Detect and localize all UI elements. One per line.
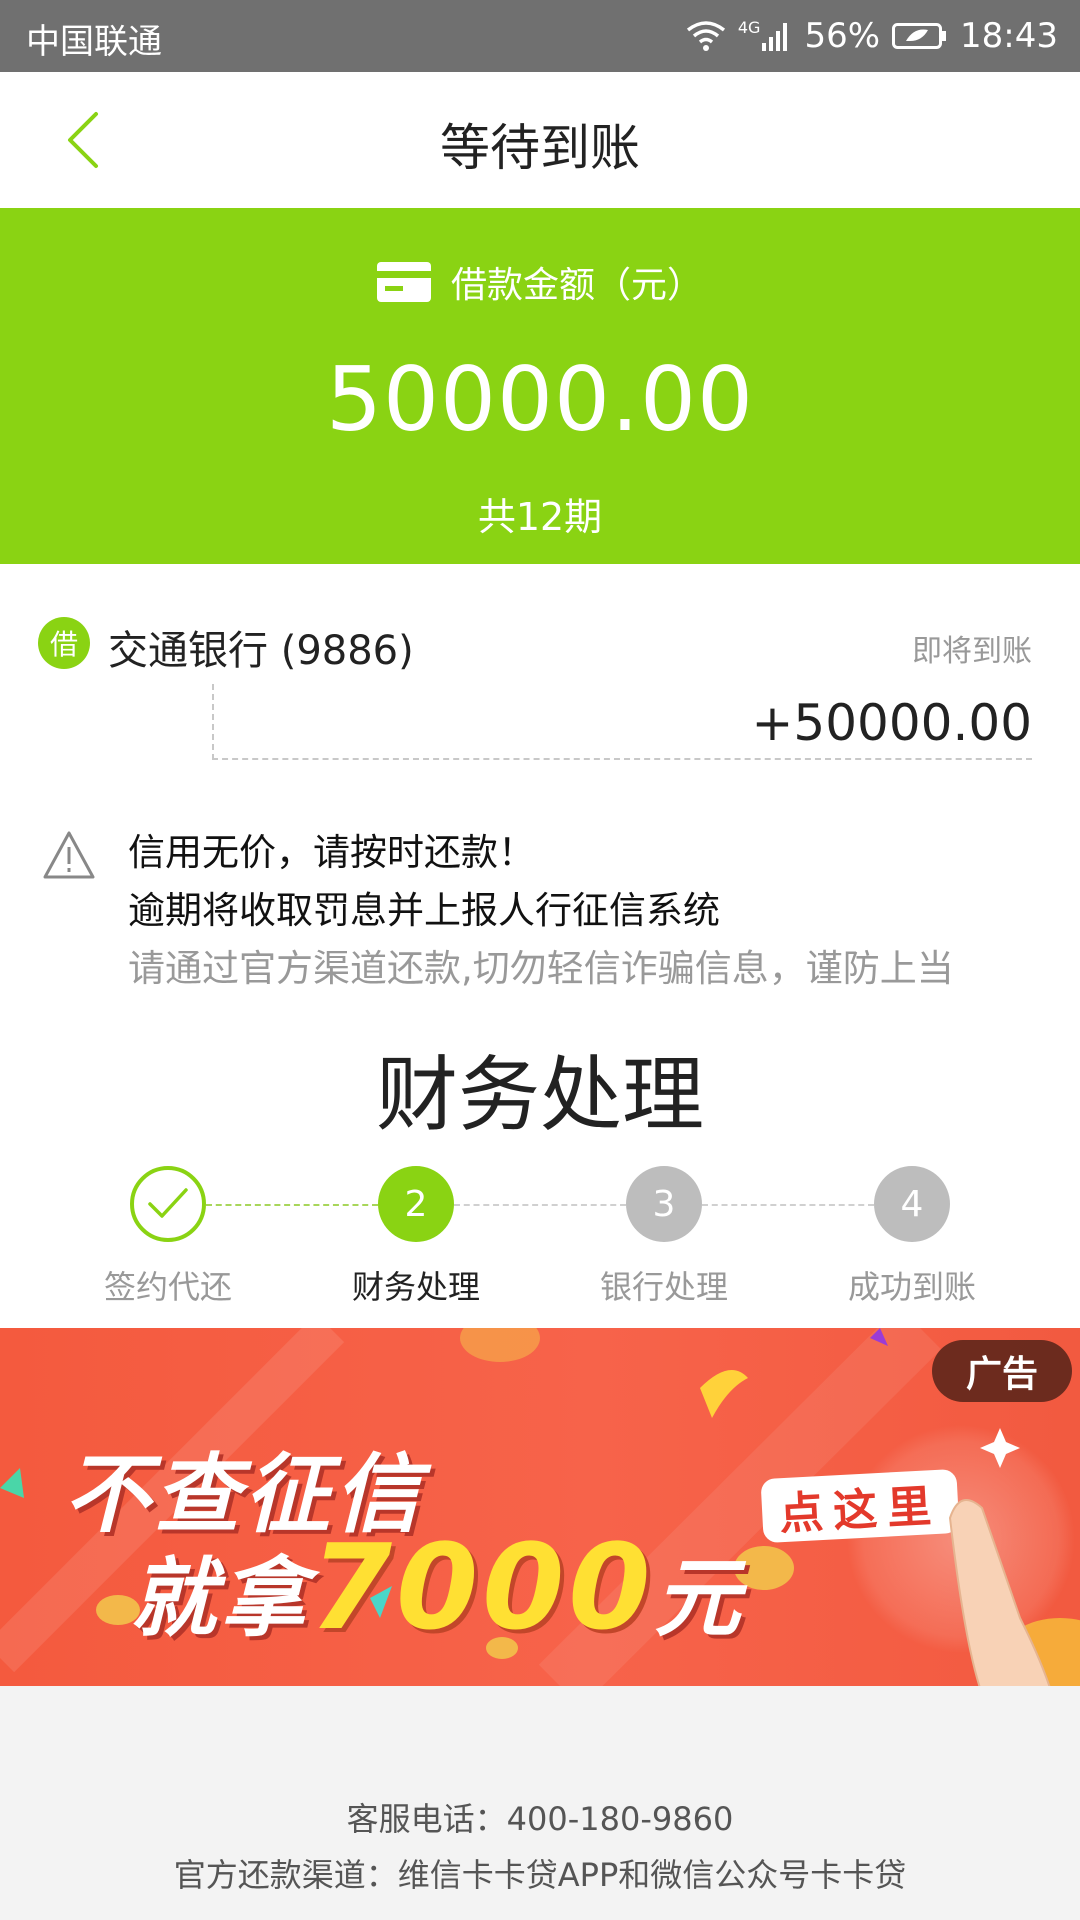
ad-label: 广告 (932, 1340, 1072, 1402)
current-stage-title: 财务处理 (375, 1048, 704, 1143)
loan-amount-label-row: 借款金额（元） (0, 256, 1080, 308)
step-circle-active: 2 (378, 1166, 454, 1242)
network-type-label: 4G (737, 18, 761, 37)
warning-text-secondary: 逾期将收取罚息并上报人行征信系统 (128, 889, 720, 932)
checkmark-icon (148, 1188, 188, 1218)
arrival-status: 即将到账 (912, 634, 1032, 669)
step-4: 4 成功到账 (812, 1166, 1012, 1308)
step-label: 银行处理 (599, 1268, 728, 1306)
ad-subheadline-prefix: 就拿 (130, 1549, 310, 1649)
status-indicators: 4G 56% 18:43 (686, 14, 1058, 58)
step-2: 2 财务处理 (316, 1166, 516, 1308)
loan-periods: 共12期 (477, 495, 603, 539)
step-circle-pending: 3 (626, 1166, 702, 1242)
loan-badge: 借 (38, 617, 90, 669)
step-3: 3 银行处理 (564, 1166, 764, 1308)
battery-percent: 56% (804, 16, 881, 56)
status-bar: 中国联通 4G 56% 18:43 (0, 0, 1080, 72)
step-1: 签约代还 (68, 1166, 268, 1308)
nav-bar: 等待到账 (0, 72, 1080, 208)
warning-icon (43, 831, 95, 879)
arrival-amount: +50000.00 (751, 694, 1032, 752)
ad-amount: 7000 (310, 1518, 655, 1656)
ad-subheadline: 就拿7000元 (130, 1518, 744, 1656)
clock-time: 18:43 (960, 16, 1058, 56)
page-title: 等待到账 (440, 119, 640, 177)
step-label: 成功到账 (847, 1268, 976, 1306)
wifi-icon (686, 21, 725, 51)
signal-icon (762, 23, 788, 51)
step-label: 财务处理 (351, 1268, 480, 1306)
loan-amount-label: 借款金额（元） (450, 265, 703, 306)
ad-banner[interactable]: 不查征信 就拿7000元 点这里 广告 (0, 1328, 1080, 1686)
bank-account-name: 交通银行 (9886) (108, 628, 414, 674)
pointing-finger-icon (948, 1499, 1051, 1686)
warning-text-primary: 信用无价，请按时还款！ (128, 831, 535, 874)
customer-service-phone: 客服电话：400-180-9860 (346, 1800, 734, 1838)
loan-summary-panel: 借款金额（元） 50000.00 共12期 (0, 208, 1080, 564)
step-circle-pending: 4 (874, 1166, 950, 1242)
card-icon (376, 262, 431, 302)
warning-text-note: 请通过官方渠道还款,切勿轻信诈骗信息，谨防上当 (128, 947, 954, 990)
battery-icon (892, 23, 947, 49)
footer: 客服电话：400-180-9860 官方还款渠道：维信卡卡贷APP和微信公众号卡… (0, 1686, 1080, 1920)
official-repayment-channel: 官方还款渠道：维信卡卡贷APP和微信公众号卡卡贷 (173, 1856, 907, 1894)
carrier-name: 中国联通 (26, 22, 162, 62)
progress-steps: 签约代还 2 财务处理 3 银行处理 4 成功到账 (0, 1166, 1080, 1316)
loan-amount-value: 50000.00 (326, 348, 754, 451)
arrival-amount-box: +50000.00 (212, 684, 1032, 760)
step-circle-done (130, 1166, 206, 1242)
step-label: 签约代还 (103, 1268, 232, 1306)
ad-subheadline-suffix: 元 (654, 1549, 745, 1649)
